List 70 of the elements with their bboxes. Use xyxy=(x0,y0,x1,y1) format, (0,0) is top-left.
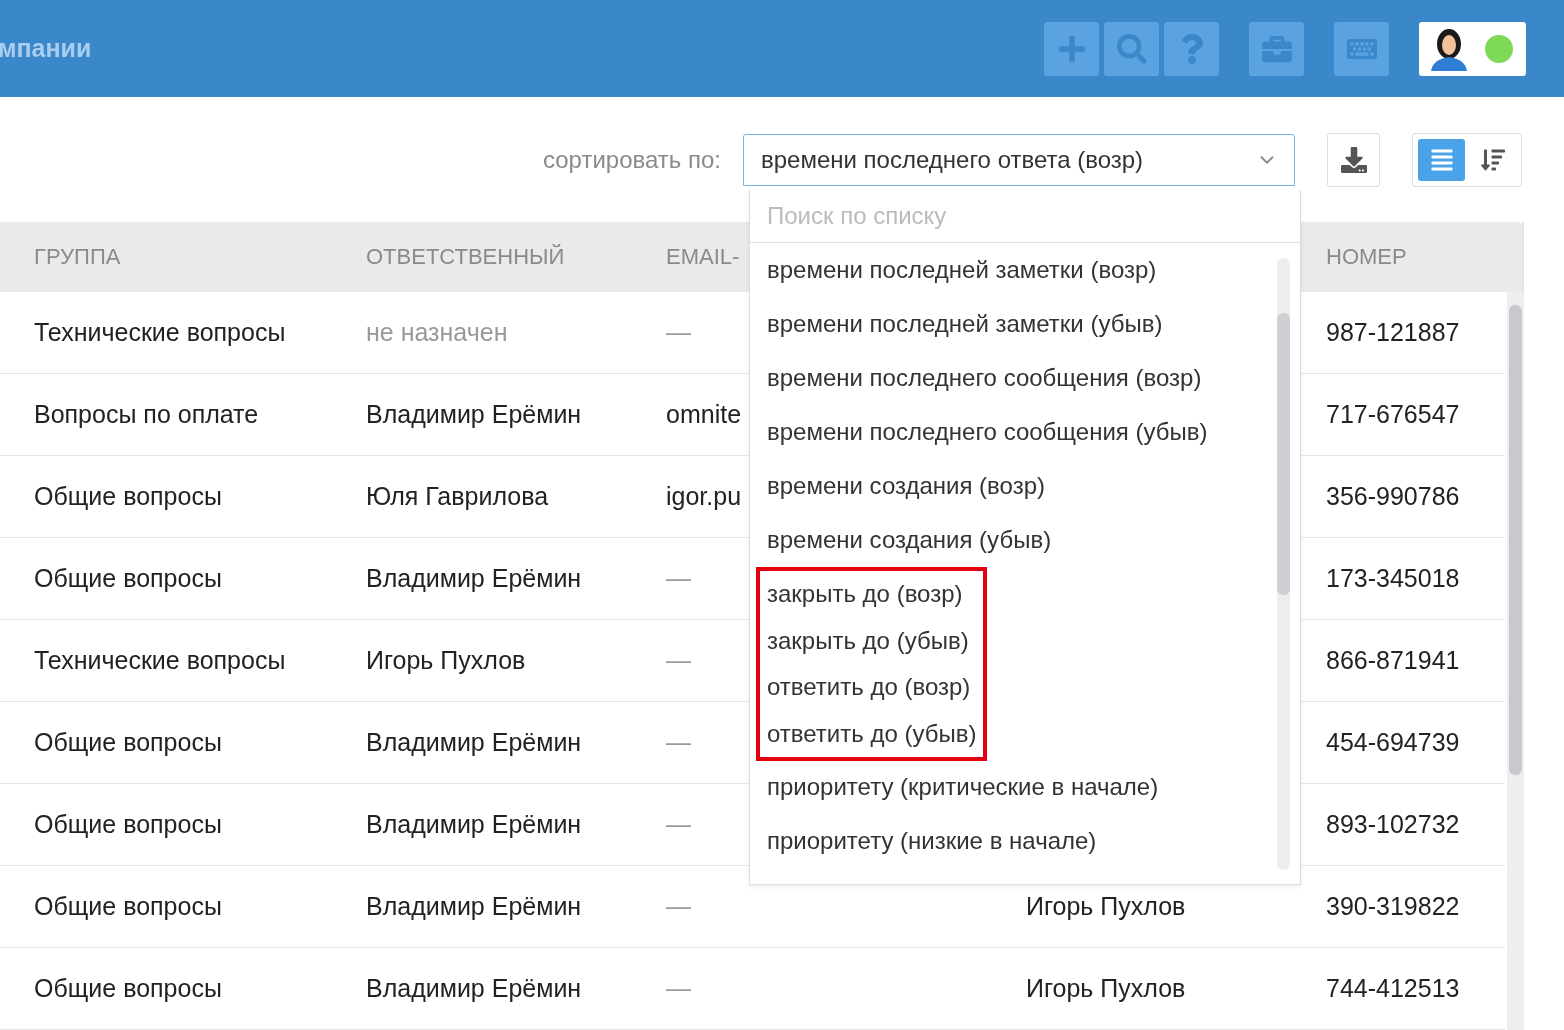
table-cell-text: — xyxy=(666,810,691,838)
table-cell-text: omnite xyxy=(666,400,742,428)
download-icon xyxy=(1340,146,1367,173)
table-cell-text: — xyxy=(666,728,691,756)
table-cell-text: Вопросы по оплате xyxy=(34,400,259,428)
table-cell-text: 454-694739 xyxy=(1326,728,1460,756)
download-button[interactable] xyxy=(1327,132,1380,187)
search-field[interactable]: Поиск по списку xyxy=(750,190,1300,243)
dropdown-option[interactable]: времени последней заметки (убыв) xyxy=(755,297,1175,351)
dropdown-option[interactable]: закрыть до (возр) xyxy=(760,571,984,618)
table-cell-text: 893-102732 xyxy=(1326,810,1460,838)
table-cell-text: 866-871941 xyxy=(1326,646,1460,674)
dropdown-option[interactable]: приоритету (критические в начале) xyxy=(755,760,1171,814)
dropdown-option[interactable]: времени последней заметки (возр) xyxy=(755,243,1169,297)
table-cell-text: Владимир Ерёмин xyxy=(366,564,582,592)
dropdown-option[interactable]: времени последнего сообщения (убыв) xyxy=(755,405,1220,459)
table-cell-text: — xyxy=(666,564,691,592)
table-cell-text: — xyxy=(666,646,691,674)
dropdown-option[interactable]: времени создания (возр) xyxy=(755,459,1057,513)
table-cell-text: 717-676547 xyxy=(1326,400,1460,428)
table-cell-text: Владимир Ерёмин xyxy=(366,400,582,428)
table-cell-text: Владимир Ерёмин xyxy=(366,892,582,920)
table-cell-text: Технические вопросы xyxy=(34,646,286,674)
sort-icon xyxy=(1480,147,1505,172)
table-cell-text: не назначен xyxy=(366,318,508,346)
sort-select[interactable]: времени последнего ответа (возр) xyxy=(743,133,1295,186)
scrollbar[interactable] xyxy=(1507,292,1524,1030)
list-icon xyxy=(1429,147,1454,172)
table-cell-text: Общие вопросы xyxy=(34,564,222,592)
table-cell-text: Общие вопросы xyxy=(34,810,222,838)
table-cell-text: 173-345018 xyxy=(1326,564,1460,592)
plus-icon xyxy=(1056,33,1087,64)
table-cell-text: 744-412513 xyxy=(1326,974,1460,1002)
table-cell-text: Общие вопросы xyxy=(34,482,222,510)
table-cell-text: igor.pu xyxy=(666,482,742,510)
table-cell-text: Игорь Пухлов xyxy=(1026,892,1186,920)
search-button[interactable] xyxy=(1104,21,1159,76)
briefcase-icon xyxy=(1261,33,1292,64)
table-cell-text: Общие вопросы xyxy=(34,892,222,920)
table-cell-text: Владимир Ерёмин xyxy=(366,810,582,838)
table-cell-text: 987-121887 xyxy=(1326,318,1460,346)
user-menu[interactable] xyxy=(1419,21,1526,76)
table-cell-text: — xyxy=(666,974,691,1002)
dropdown-option[interactable]: ответить до (убыв) xyxy=(760,710,984,757)
dropdown-option[interactable]: времени создания (убыв) xyxy=(755,513,1064,567)
table-cell-text: Владимир Ерёмин xyxy=(366,974,582,1002)
add-button[interactable] xyxy=(1044,21,1099,76)
table-cell-text: Общие вопросы xyxy=(34,728,222,756)
briefcase-button[interactable] xyxy=(1249,21,1304,76)
dropdown-option[interactable]: приоритету (низкие в начале) xyxy=(755,814,1109,868)
table-cell-text: Юля Гаврилова xyxy=(366,482,549,510)
table-cell-text: — xyxy=(666,318,691,346)
table-cell-text: Игорь Пухлов xyxy=(1026,974,1186,1002)
table-cell-text: Технические вопросы xyxy=(34,318,286,346)
sort-label: сортировать по: xyxy=(543,145,721,174)
dropdown-option[interactable]: закрыть до (убыв) xyxy=(760,617,984,664)
scrollbar[interactable] xyxy=(1277,258,1290,870)
dropdown-option[interactable]: ответить до (возр) xyxy=(760,664,984,711)
table-cell-text: 390-319822 xyxy=(1326,892,1460,920)
table-cell-text: 356-990786 xyxy=(1326,482,1460,510)
search-icon xyxy=(1116,33,1147,64)
help-button[interactable] xyxy=(1164,21,1219,76)
view-toggle-button[interactable] xyxy=(1418,138,1465,181)
page-title: мпании xyxy=(0,34,93,63)
table-cell-text: Владимир Ерёмин xyxy=(366,728,582,756)
table-cell-text: Игорь Пухлов xyxy=(366,646,526,674)
dropdown-option[interactable]: времени последнего сообщения (возр) xyxy=(755,351,1214,405)
table-cell-text: Общие вопросы xyxy=(34,974,222,1002)
keyboard-button[interactable] xyxy=(1334,21,1389,76)
table-cell-text: — xyxy=(666,892,691,920)
